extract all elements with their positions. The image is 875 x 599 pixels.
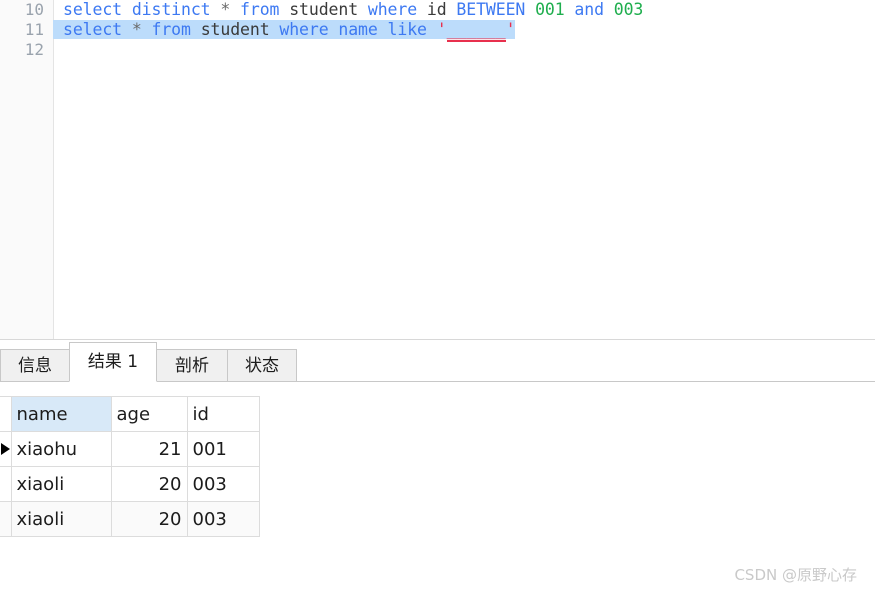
sql-token-kw: distinct bbox=[131, 0, 221, 19]
table-row[interactable]: xiaohu 21 001 bbox=[0, 431, 260, 467]
results-tab-bar: 信息 结果 1 剖析 状态 bbox=[0, 340, 875, 382]
line-number-gutter: 10 11 12 bbox=[0, 0, 54, 339]
code-line[interactable]: select distinct * from student where id … bbox=[53, 0, 643, 20]
cell-name[interactable]: xiaohu bbox=[10, 431, 112, 467]
sql-editor[interactable]: 10 11 12 select distinct * from student wh… bbox=[0, 0, 875, 339]
sql-token-id: student bbox=[200, 20, 280, 39]
table-row[interactable]: xiaoli 20 003 bbox=[0, 501, 260, 537]
column-header-name[interactable]: name bbox=[10, 396, 112, 432]
row-marker-header bbox=[0, 396, 12, 432]
row-marker[interactable] bbox=[0, 466, 12, 502]
sql-token-kw: like bbox=[387, 20, 437, 39]
code-line-text: select distinct * from student where id … bbox=[53, 0, 643, 19]
sql-token-kw: select bbox=[63, 20, 132, 39]
sql-token-id: student bbox=[289, 0, 368, 19]
csdn-watermark: CSDN @原野心存 bbox=[734, 566, 857, 584]
tab-status[interactable]: 状态 bbox=[227, 349, 297, 381]
sql-token-kw: from bbox=[240, 0, 290, 19]
line-number: 10 bbox=[24, 0, 44, 19]
cell-age[interactable]: 21 bbox=[110, 431, 188, 467]
cell-id[interactable]: 003 bbox=[186, 466, 260, 502]
tab-profile[interactable]: 剖析 bbox=[156, 349, 228, 381]
sql-token-kw: and bbox=[574, 0, 614, 19]
sql-token-num: 003 bbox=[613, 0, 644, 19]
column-header-id[interactable]: id bbox=[186, 396, 260, 432]
code-line[interactable] bbox=[53, 40, 63, 60]
line-number: 11 bbox=[24, 20, 44, 39]
code-line-selected-text: select * from student where name like '_… bbox=[53, 20, 516, 42]
result-grid-body[interactable]: xiaohu 21 001 xiaoli 20 003 xiaoli 20 003 bbox=[0, 431, 260, 537]
cell-age[interactable]: 20 bbox=[110, 501, 188, 537]
result-grid[interactable]: name age id xiaohu 21 001 xiaoli 20 003 xiaoli 20… bbox=[0, 396, 260, 537]
line-number: 12 bbox=[24, 40, 44, 59]
sql-token-id: id bbox=[426, 0, 457, 19]
sql-token-kw: select bbox=[63, 0, 132, 19]
sql-token-num: 001 bbox=[535, 0, 575, 19]
header-row: name age id bbox=[0, 396, 260, 432]
sql-token-str: ' bbox=[436, 20, 447, 39]
cell-name[interactable]: xiaoli bbox=[10, 501, 112, 537]
sql-token-str: ' bbox=[505, 20, 516, 39]
sql-token-kw: where bbox=[279, 20, 339, 39]
sql-token-kw: from bbox=[151, 20, 201, 39]
code-area[interactable]: select distinct * from student where id … bbox=[53, 0, 875, 339]
row-marker[interactable] bbox=[0, 501, 12, 537]
cell-id[interactable]: 003 bbox=[186, 501, 260, 537]
column-header-age[interactable]: age bbox=[110, 396, 188, 432]
sql-token-kw: name bbox=[338, 20, 388, 39]
table-row[interactable]: xiaoli 20 003 bbox=[0, 466, 260, 502]
sql-token-kw: BETWEEN bbox=[456, 0, 536, 19]
sql-token-op: * bbox=[131, 20, 152, 39]
tab-info[interactable]: 信息 bbox=[0, 349, 70, 381]
cell-age[interactable]: 20 bbox=[110, 466, 188, 502]
code-line[interactable]: select * from student where name like '_… bbox=[53, 20, 516, 42]
sql-token-kw: where bbox=[367, 0, 427, 19]
sql-token-op: * bbox=[220, 0, 241, 19]
cell-id[interactable]: 001 bbox=[186, 431, 260, 467]
cell-name[interactable]: xiaoli bbox=[10, 466, 112, 502]
current-row-arrow-icon[interactable] bbox=[0, 431, 12, 467]
tab-result[interactable]: 结果 1 bbox=[69, 342, 157, 382]
sql-token-str-underline: ______ bbox=[446, 20, 506, 42]
result-grid-header: name age id bbox=[0, 396, 260, 432]
